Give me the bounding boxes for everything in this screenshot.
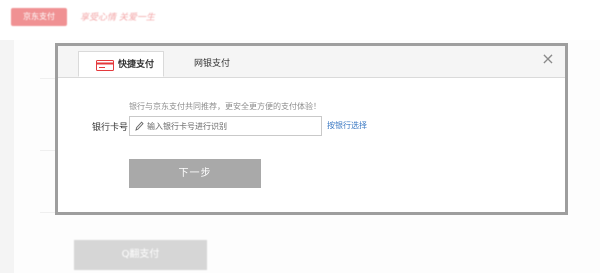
- background-qpay-button: Q翻支付: [74, 240, 207, 270]
- background-header: 京东支付 享受心情 关爱一生: [0, 0, 600, 40]
- tab-quick-pay[interactable]: 快捷支付: [78, 51, 164, 77]
- slogan: 享受心情 关爱一生: [80, 13, 155, 23]
- tab-online-banking-label: 网银支付: [194, 59, 231, 69]
- pencil-icon: [135, 121, 144, 131]
- card-number-label: 银行卡号: [92, 123, 129, 133]
- select-by-bank-link[interactable]: 按银行选择: [327, 120, 367, 131]
- close-icon[interactable]: ×: [540, 51, 556, 67]
- background-sidebar: [0, 40, 14, 273]
- payment-tab-bar: 快捷支付 网银支付 ×: [58, 46, 565, 78]
- card-number-input[interactable]: [147, 119, 317, 133]
- tab-online-banking[interactable]: 网银支付: [194, 51, 254, 77]
- next-step-button[interactable]: 下一步: [129, 159, 261, 188]
- bank-card-icon: [96, 60, 114, 71]
- jd-pay-logo: 京东支付: [11, 8, 67, 26]
- promo-text: 银行与京东支付共同推荐，更安全更方便的支付体验！: [129, 102, 321, 111]
- card-number-field[interactable]: [129, 116, 322, 136]
- tab-quick-pay-label: 快捷支付: [118, 60, 155, 70]
- payment-dialog: 快捷支付 网银支付 × 银行与京东支付共同推荐，更安全更方便的支付体验！ 银行卡…: [55, 43, 568, 215]
